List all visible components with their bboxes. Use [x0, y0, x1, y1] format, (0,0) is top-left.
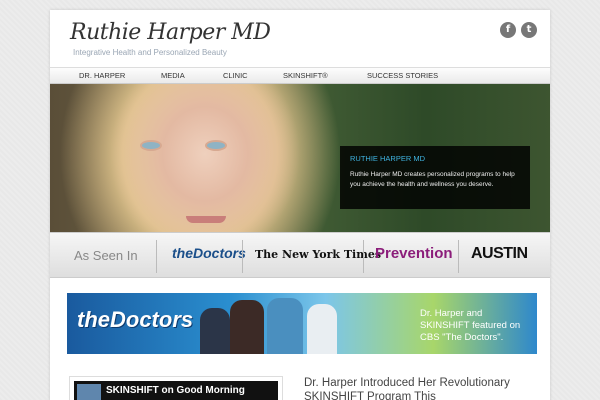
banner-text: Dr. Harper and SKINSHIFT featured on CBS… — [420, 308, 521, 343]
divider — [458, 240, 459, 273]
nav-item-media[interactable]: MEDIA — [161, 68, 185, 85]
hero-image-eye — [142, 142, 160, 149]
twitter-icon[interactable]: t — [521, 22, 537, 38]
hero-caption-title[interactable]: RUTHIE HARPER MD — [350, 154, 520, 163]
divider — [156, 240, 157, 273]
hero-slider[interactable]: RUTHIE HARPER MD Ruthie Harper MD create… — [50, 84, 550, 238]
video-thumbnail — [77, 384, 101, 400]
main-nav: DR. HARPER MEDIA CLINIC SKINSHIFT® SUCCE… — [50, 67, 550, 84]
facebook-icon[interactable]: f — [500, 22, 516, 38]
hero-caption-text: Ruthie Harper MD creates personalized pr… — [350, 171, 515, 188]
hero-image-mouth — [186, 216, 226, 223]
hero-caption-box: RUTHIE HARPER MD Ruthie Harper MD create… — [340, 146, 530, 209]
article-title[interactable]: Dr. Harper Introduced Her Revolutionary … — [304, 376, 544, 400]
the-doctors-banner[interactable]: theDoctors Dr. Harper and SKINSHIFT feat… — [67, 293, 537, 354]
divider — [363, 240, 364, 273]
nav-item-skinshift[interactable]: SKINSHIFT® — [283, 68, 328, 85]
banner-person-image — [200, 308, 230, 354]
press-logo-prevention: Prevention — [375, 245, 453, 262]
banner-person-image — [307, 304, 337, 354]
nav-item-dr-harper[interactable]: DR. HARPER — [79, 68, 125, 85]
banner-logo: theDoctors — [77, 307, 194, 332]
nav-item-success-stories[interactable]: SUCCESS STORIES — [367, 68, 438, 85]
press-logo-austin: AUSTIN — [471, 245, 528, 262]
site-tagline: Integrative Health and Personalized Beau… — [73, 48, 227, 57]
banner-person-image — [267, 298, 303, 354]
as-seen-in-label: As Seen In — [74, 248, 138, 263]
video-widget[interactable]: SKINSHIFT on Good Morning — [69, 376, 283, 400]
hero-image-eye — [207, 142, 225, 149]
press-logo-the-doctors: theDoctors — [172, 245, 246, 261]
video-title[interactable]: SKINSHIFT on Good Morning — [106, 385, 245, 396]
banner-person-image — [230, 300, 264, 354]
divider — [242, 240, 243, 273]
site-header: Ruthie Harper MD Integrative Health and … — [50, 10, 550, 66]
site-logo-title[interactable]: Ruthie Harper MD — [70, 20, 271, 45]
page-container: Ruthie Harper MD Integrative Health and … — [50, 10, 550, 400]
nav-item-clinic[interactable]: CLINIC — [223, 68, 248, 85]
video-player[interactable]: SKINSHIFT on Good Morning — [74, 381, 278, 400]
as-seen-in-bar: As Seen In theDoctors The New York Times… — [50, 232, 550, 278]
